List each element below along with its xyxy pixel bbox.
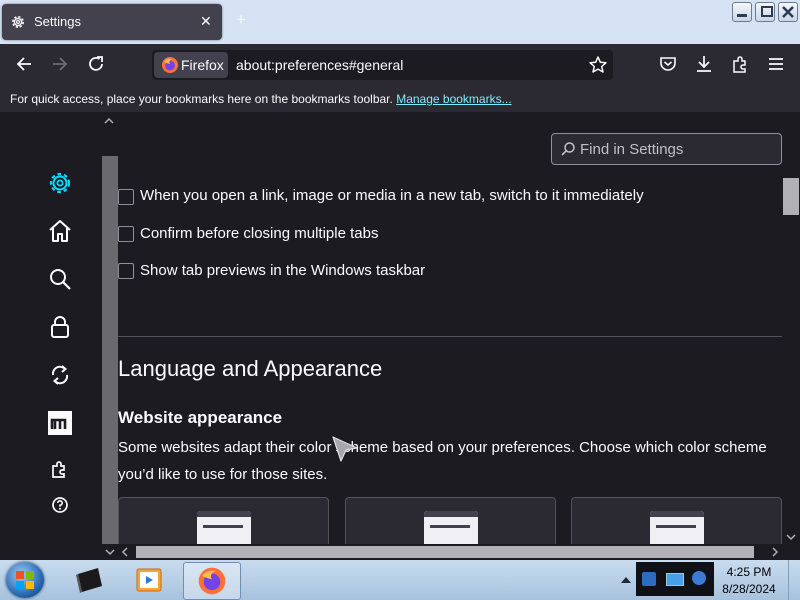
section-divider [118,336,782,337]
volume-icon[interactable] [692,571,706,585]
firefox-logo-icon [198,567,226,595]
show-desktop-button[interactable] [788,560,800,600]
scroll-right-arrow-icon[interactable] [770,546,780,558]
manage-bookmarks-link[interactable]: Manage bookmarks... [396,92,511,106]
close-tab-icon[interactable]: ✕ [200,13,212,30]
clock-time: 4:25 PM [726,565,772,579]
tab-strip: Settings ✕ + [0,0,800,44]
extensions-icon[interactable] [730,54,750,74]
clock-date: 8/28/2024 [722,582,776,596]
taskbar-app-media-player[interactable] [122,562,178,598]
lock-icon[interactable] [47,314,73,340]
scroll-down-arrow-icon[interactable] [104,547,116,557]
horizontal-scrollbar-thumb[interactable] [136,546,754,558]
taskbar-app-firefox[interactable] [183,562,241,600]
close-window-button[interactable] [778,2,798,22]
start-button[interactable] [6,562,44,598]
vertical-scrollbar[interactable] [782,112,800,544]
gear-icon [12,16,24,28]
pocket-icon[interactable] [658,54,678,74]
mozilla-icon[interactable] [47,410,73,436]
home-icon[interactable] [47,218,73,244]
new-tab-button[interactable]: + [236,10,246,30]
media-player-icon [136,568,162,592]
minimize-button[interactable] [732,2,752,22]
system-tray [636,562,714,596]
bookmarks-message: For quick access, place your bookmarks h… [10,92,393,106]
gear-icon[interactable] [47,170,73,196]
terminal-icon [76,568,102,593]
bookmarks-toolbar-message: For quick access, place your bookmarks h… [10,92,512,106]
display-icon[interactable] [666,573,684,586]
search-icon[interactable] [47,266,73,292]
section-title: Language and Appearance [118,356,383,381]
identity-label: Firefox [181,57,224,73]
confirm-close-tabs-checkbox[interactable] [118,226,134,242]
windows-logo-icon [16,571,34,589]
scroll-left-arrow-icon[interactable] [120,546,130,558]
scroll-down-arrow-icon[interactable] [785,532,797,542]
sidebar-divider [102,156,118,544]
tab-previews-label: Show tab previews in the Windows taskbar [140,262,426,279]
menu-icon[interactable] [766,54,786,74]
taskbar-app-terminal[interactable] [62,562,118,598]
tab-title: Settings [34,14,81,29]
close-icon [782,6,794,18]
navigation-toolbar: Firefox about:preferences#general [0,44,800,84]
forward-icon[interactable] [50,54,70,74]
taskbar-clock[interactable]: 4:25 PM 8/28/2024 [716,564,782,598]
tray-expand-icon[interactable] [620,574,632,586]
restore-button[interactable] [755,2,775,22]
preferences-content: Find in Settings When you open a link, i… [0,112,800,560]
url-text[interactable]: about:preferences#general [236,57,403,73]
bookmark-star-icon[interactable] [588,55,608,75]
website-appearance-description: Some websites adapt their color scheme b… [118,439,767,483]
switch-to-new-tab-label: When you open a link, image or media in … [140,187,644,204]
help-icon[interactable] [47,492,73,518]
extensions-icon[interactable] [47,456,73,482]
reload-icon[interactable] [86,54,106,74]
search-icon [561,142,575,156]
sync-icon[interactable] [47,362,73,388]
network-icon[interactable] [642,572,656,586]
bookmarks-toolbar: For quick access, place your bookmarks h… [0,84,800,112]
confirm-close-tabs-label: Confirm before closing multiple tabs [140,225,379,242]
mouse-cursor-icon [332,436,358,462]
windows-taskbar: 4:25 PM 8/28/2024 [0,560,800,600]
scroll-up-arrow-icon[interactable] [103,116,115,126]
downloads-icon[interactable] [694,54,714,74]
firefox-logo-icon [162,57,178,73]
back-icon[interactable] [14,54,34,74]
vertical-scrollbar-thumb[interactable] [783,178,799,215]
url-bar[interactable]: Firefox about:preferences#general [152,50,613,80]
tab-previews-checkbox[interactable] [118,263,134,279]
tab-settings[interactable]: Settings ✕ [2,4,222,40]
website-appearance-heading: Website appearance [118,408,283,427]
find-in-settings-input[interactable]: Find in Settings [551,133,782,165]
search-placeholder: Find in Settings [580,141,684,158]
switch-to-new-tab-checkbox[interactable] [118,189,134,205]
identity-box[interactable]: Firefox [154,52,228,78]
